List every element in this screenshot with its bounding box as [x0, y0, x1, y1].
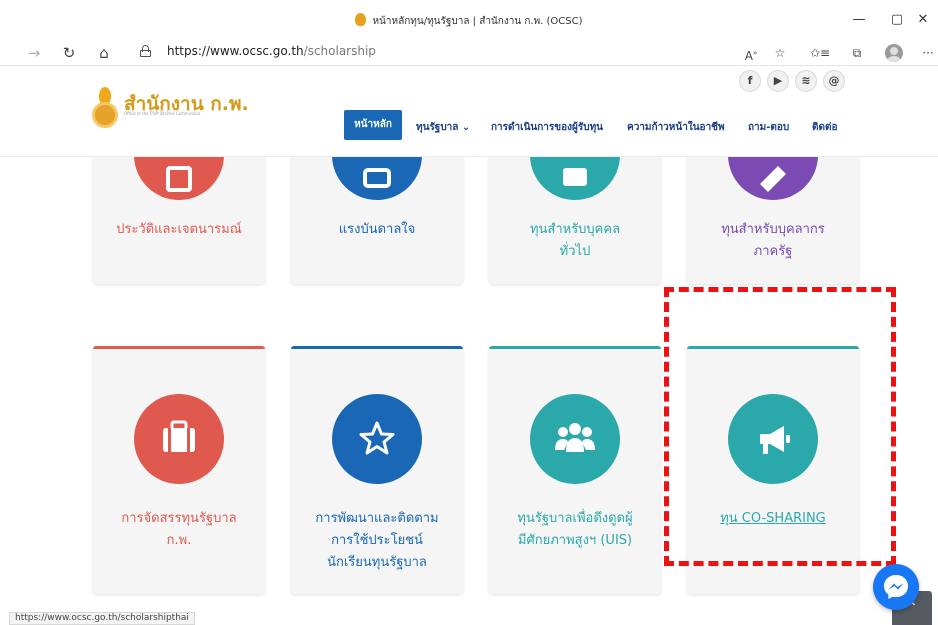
browser-window: หน้าหลักทุน/ทุนรัฐบาล | สำนักงาน ก.พ. (O… [0, 0, 938, 625]
facebook-icon[interactable]: f [739, 70, 761, 92]
logo-subtitle: Office of the Civil Service Commission [124, 111, 201, 116]
more-icon[interactable]: ··· [918, 43, 938, 63]
card-label: แรงบันดาลใจ [338, 222, 416, 237]
favorites-icon[interactable]: ✩≡ [810, 43, 830, 63]
menu-faq[interactable]: ถาม-ตอบ [748, 120, 789, 135]
url-path: /scholarship [303, 44, 376, 58]
highlight-annotation [664, 287, 896, 566]
address-bar: → ↻ ⌂ https://www.ocsc.go.th/scholarship… [0, 40, 938, 66]
url-field[interactable]: https://www.ocsc.go.th/scholarship [130, 40, 690, 64]
card-label: ทุนสำหรับบุคคล ทั่วไป [529, 222, 621, 259]
card-label: ทุนสำหรับบุคลากร ภาครัฐ [721, 222, 825, 259]
card-allocation[interactable]: การจัดสรรทุนรัฐบาล ก.พ. [93, 346, 265, 594]
card-topbar [489, 346, 661, 349]
card-uis[interactable]: ทุนรัฐบาลเพื่อดึงดูดผู้ มีศักยภาพสูงฯ (U… [489, 346, 661, 594]
messenger-chat-button[interactable] [873, 564, 919, 610]
tab-title: หน้าหลักทุน/ทุนรัฐบาล | สำนักงาน ก.พ. (O… [372, 16, 583, 27]
home-icon[interactable]: ⌂ [94, 43, 114, 63]
read-aloud-icon[interactable]: A» [741, 43, 761, 63]
rss-icon[interactable]: ≋ [795, 70, 817, 92]
lock-icon[interactable] [140, 45, 151, 57]
site-header: f ▶ ≋ @ สำนักงาน ก.พ. OCSC Office of the… [0, 67, 938, 157]
card-label: ทุนรัฐบาลเพื่อดึงดูดผู้ มีศักยภาพสูงฯ (U… [517, 511, 633, 548]
url-text[interactable]: https://www.ocsc.go.th/scholarship [167, 44, 376, 58]
menu-operations[interactable]: การดำเนินการของผู้รับทุน [491, 120, 603, 135]
tab[interactable]: หน้าหลักทุน/ทุนรัฐบาล | สำนักงาน ก.พ. (O… [0, 13, 938, 29]
card-label: การจัดสรรทุนรัฐบาล ก.พ. [121, 511, 237, 548]
menu-career[interactable]: ความก้าวหน้าในอาชีพ [627, 120, 725, 135]
card-topbar [93, 346, 265, 349]
profile-avatar[interactable] [885, 44, 903, 62]
close-window-button[interactable]: ✕ [913, 12, 933, 28]
collections-icon[interactable]: ⧉ [847, 43, 867, 63]
ocsc-favicon-icon [355, 13, 367, 26]
back-arrow-icon[interactable]: → [24, 43, 44, 63]
favorite-add-icon[interactable]: ☆ [770, 43, 790, 63]
card-development[interactable]: การพัฒนาและติดตาม การใช้ประโยชน์ นักเรีย… [291, 346, 463, 594]
menu-home[interactable]: หน้าหลัก [344, 110, 402, 140]
messenger-icon [884, 575, 908, 599]
ocsc-emblem-logo[interactable] [92, 87, 118, 129]
card-label: ประวัติและเจตนารมณ์ [116, 222, 242, 237]
refresh-icon[interactable]: ↻ [59, 43, 79, 63]
email-icon[interactable]: @ [823, 70, 845, 92]
title-bar: หน้าหลักทุน/ทุนรัฐบาล | สำนักงาน ก.พ. (O… [0, 0, 938, 40]
youtube-icon[interactable]: ▶ [767, 70, 789, 92]
briefcase-icon [134, 394, 224, 484]
restore-button[interactable]: ▢ [887, 12, 907, 28]
status-bar-url: https://www.ocsc.go.th/scholarshipthai [9, 612, 195, 625]
card-label: การพัฒนาและติดตาม การใช้ประโยชน์ นักเรีย… [315, 511, 439, 570]
url-host: https://www.ocsc.go.th [167, 44, 304, 58]
menu-contact[interactable]: ติดต่อ [812, 120, 838, 135]
card-topbar [291, 346, 463, 349]
group-icon [530, 394, 620, 484]
menu-scholarship[interactable]: ทุนรัฐบาล ⌄ [416, 120, 470, 135]
minimize-button[interactable]: — [849, 12, 869, 28]
star-icon [332, 394, 422, 484]
